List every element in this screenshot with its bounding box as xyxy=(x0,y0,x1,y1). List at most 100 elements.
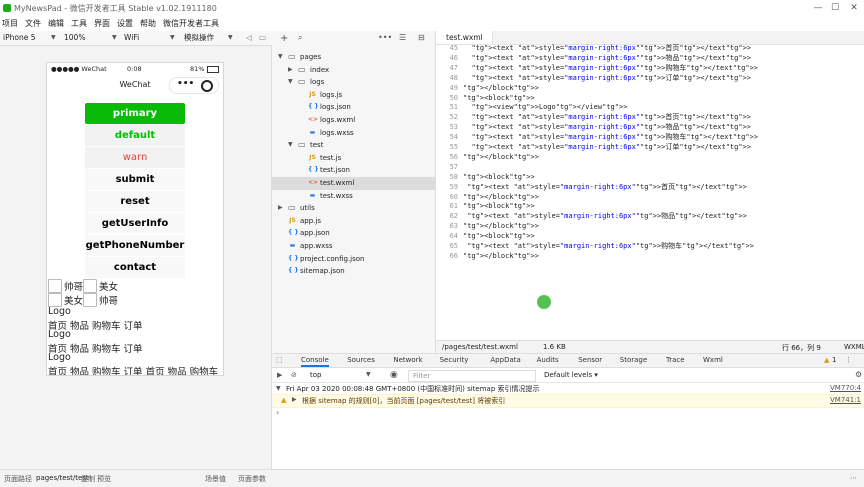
console-settings-icon[interactable]: ⚙ xyxy=(855,370,862,379)
more-options-icon[interactable]: ••• xyxy=(378,33,392,42)
devtools-tab-wxml[interactable]: Wxml xyxy=(703,356,723,364)
bottom-menu-icon[interactable]: ⋯ xyxy=(850,474,857,482)
menu-item-6[interactable]: 帮助 xyxy=(140,18,156,29)
more-icon[interactable]: ••• xyxy=(177,79,194,89)
collapse-icon[interactable]: ☰ xyxy=(399,33,406,42)
preview-link[interactable]: 预览 xyxy=(97,474,111,484)
menu-item-0[interactable]: 项目 xyxy=(2,18,18,29)
console-prompt-icon[interactable]: › xyxy=(276,408,279,417)
log-warning-source-link[interactable]: VM741:1 xyxy=(830,396,861,404)
add-file-icon[interactable]: + xyxy=(280,33,288,44)
layout-icon[interactable]: ⊟ xyxy=(418,33,425,42)
default-button[interactable]: default xyxy=(85,125,185,146)
devtools-menu-icon[interactable]: ⋮ xyxy=(845,356,852,364)
eye-icon[interactable]: ◉ xyxy=(390,370,398,380)
getphonenumber-button[interactable]: getPhoneNumber xyxy=(85,235,185,256)
tree-item-pages[interactable]: ▼ ▭ pages xyxy=(272,51,435,64)
primary-button[interactable]: primary xyxy=(85,103,185,124)
devtools-tab-network[interactable]: Network xyxy=(393,356,422,364)
status-battery: 81% xyxy=(190,65,205,73)
tree-item-test-wxss[interactable]: ▬ test.wxss xyxy=(272,190,435,203)
clear-console-icon[interactable]: ⊘ xyxy=(291,371,297,379)
context-select[interactable]: top xyxy=(310,371,321,379)
checkbox[interactable] xyxy=(83,279,97,293)
folder-icon: ▭ xyxy=(288,203,296,213)
maximize-icon[interactable]: ☐ xyxy=(829,2,841,14)
code-text: "tg"><text "at">style="margin-right:6px"… xyxy=(471,63,759,72)
device-select[interactable]: iPhone 5 ▼ xyxy=(3,32,57,44)
devtools-tab-appdata[interactable]: AppData xyxy=(490,356,520,364)
search-icon[interactable]: ⌕ xyxy=(298,33,302,43)
getuserinfo-button[interactable]: getUserInfo xyxy=(85,213,185,234)
minimize-icon[interactable]: — xyxy=(812,2,824,14)
scene-label[interactable]: 场景值 xyxy=(205,474,226,484)
window-icon[interactable]: ▭ xyxy=(259,32,266,44)
tree-item-logs-js[interactable]: JS logs.js xyxy=(272,89,435,102)
log-source-link[interactable]: VM770:4 xyxy=(830,384,861,392)
rotate-icon[interactable]: ◁ xyxy=(246,32,252,44)
log-line: Fri Apr 03 2020 00:08:48 GMT+0800 (中国标准时… xyxy=(286,385,540,393)
devtools-tab-console[interactable]: Console xyxy=(301,356,329,367)
line-number: 46 xyxy=(449,53,458,62)
menu-item-5[interactable]: 设置 xyxy=(117,18,133,29)
menu-item-2[interactable]: 编辑 xyxy=(48,18,64,29)
editor-tab[interactable]: test.wxml xyxy=(436,31,493,44)
network-select[interactable]: WiFi ▼ xyxy=(124,32,176,44)
tree-item-logs[interactable]: ▼ ▭ logs xyxy=(272,76,435,89)
console-sidebar-icon[interactable]: ▶ xyxy=(277,371,282,379)
copy-link[interactable]: 复制 xyxy=(81,474,95,484)
devtools-tab-sensor[interactable]: Sensor xyxy=(578,356,602,364)
devtools-tab-storage[interactable]: Storage xyxy=(620,356,647,364)
code-line: 61 "tg"><block"tg">> xyxy=(436,202,864,212)
expand-log-icon[interactable]: ▼ xyxy=(276,385,281,392)
phone-screen: ●●●●● WeChat 0:08 81% WeChat ••• primary… xyxy=(46,62,224,376)
tree-item-label: logs.json xyxy=(320,103,351,112)
filter-input[interactable]: Filter xyxy=(408,370,536,382)
tree-item-test-js[interactable]: JS test.js xyxy=(272,152,435,165)
mode-select[interactable]: 模拟操作 ▼ xyxy=(184,32,236,44)
code-editor[interactable]: test.wxml 45 "tg"><text "at">style="marg… xyxy=(436,31,864,340)
close-icon[interactable]: ✕ xyxy=(848,2,860,14)
devtools-tab-trace[interactable]: Trace xyxy=(666,356,685,364)
tree-item-test-wxml[interactable]: <> test.wxml xyxy=(272,177,435,190)
contact-button[interactable]: contact xyxy=(85,257,185,278)
code-text: "tg"><text "at">style="margin-right:6px"… xyxy=(471,44,752,52)
menu-item-1[interactable]: 文件 xyxy=(25,18,41,29)
devtools-tab-audits[interactable]: Audits xyxy=(537,356,559,364)
reset-button[interactable]: reset xyxy=(85,191,185,212)
expand-warning-icon[interactable]: ▶ xyxy=(292,396,297,403)
menu-item-4[interactable]: 界面 xyxy=(94,18,110,29)
tree-item-utils[interactable]: ▶ ▭ utils xyxy=(272,202,435,215)
tree-item-index[interactable]: ▶ ▭ index xyxy=(272,64,435,77)
line-number: 55 xyxy=(449,143,458,151)
devtools-tab-sources[interactable]: Sources xyxy=(347,356,375,364)
tree-item-app-json[interactable]: { } app.json xyxy=(272,227,435,240)
menu-item-3[interactable]: 工具 xyxy=(71,18,87,29)
json-file-icon: { } xyxy=(308,166,319,174)
devtools-tab-security[interactable]: Security xyxy=(440,356,469,364)
tree-item-logs-wxss[interactable]: ▬ logs.wxss xyxy=(272,127,435,140)
checkbox[interactable] xyxy=(48,293,62,307)
checkbox[interactable] xyxy=(83,293,97,307)
checkbox[interactable] xyxy=(48,279,62,293)
tree-item-logs-wxml[interactable]: <> logs.wxml xyxy=(272,114,435,127)
tree-item-label: logs.wxss xyxy=(320,128,354,137)
zoom-select[interactable]: 100% ▼ xyxy=(64,32,118,44)
line-number: 61 xyxy=(449,202,458,211)
tree-item-project-config-json[interactable]: { } project.config.json xyxy=(272,253,435,266)
tree-item-logs-json[interactable]: { } logs.json xyxy=(272,101,435,114)
tree-item-test[interactable]: ▼ ▭ test xyxy=(272,139,435,152)
levels-select[interactable]: Default levels ▾ xyxy=(544,371,598,379)
tree-item-app-wxss[interactable]: ▬ app.wxss xyxy=(272,240,435,253)
capsule-menu[interactable]: ••• xyxy=(169,77,219,94)
tree-item-test-json[interactable]: { } test.json xyxy=(272,164,435,177)
tree-item-app-js[interactable]: JS app.js xyxy=(272,215,435,228)
page-params-label[interactable]: 页面参数 xyxy=(238,474,266,484)
tree-item-label: test.wxss xyxy=(320,191,353,200)
warn-button[interactable]: warn xyxy=(85,147,185,168)
inspect-icon[interactable]: ⬚ xyxy=(276,356,283,364)
submit-button[interactable]: submit xyxy=(85,169,185,190)
menu-item-7[interactable]: 微信开发者工具 xyxy=(163,18,219,29)
home-icon[interactable] xyxy=(201,80,213,92)
tree-item-sitemap-json[interactable]: { } sitemap.json xyxy=(272,265,435,278)
